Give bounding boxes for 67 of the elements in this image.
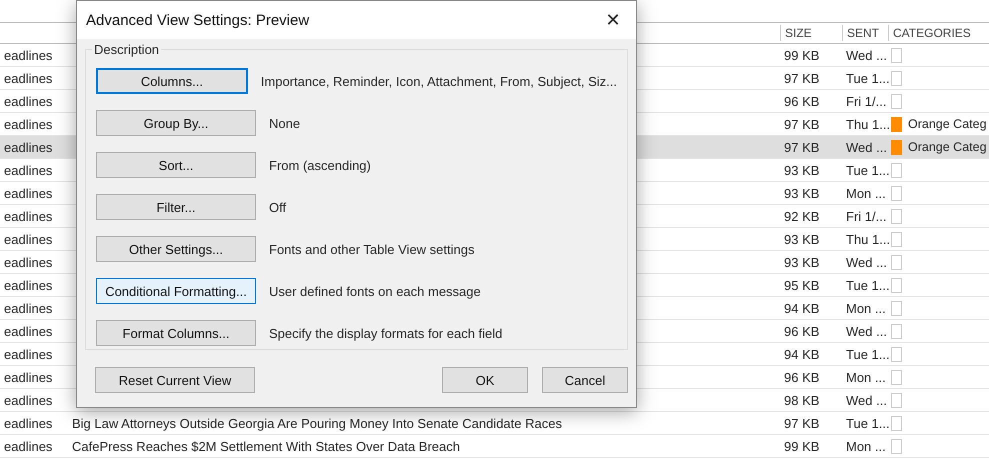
from-cell-text: eadlines — [3, 208, 54, 224]
from-cell-text: eadlines — [3, 278, 54, 292]
from-cell-text: eadlines — [3, 116, 54, 132]
size-cell-text: 92 KB — [783, 208, 820, 224]
from-cell-text: eadlines — [3, 392, 54, 408]
from-cell-text: eadlines — [3, 186, 54, 200]
setting-description: User defined fonts on each message — [269, 284, 481, 298]
setting-description: Specify the display formats for each field — [269, 326, 502, 340]
sent-cell-text: Tue 1... — [845, 346, 888, 362]
from-cell-text: eadlines — [3, 94, 54, 108]
category-label: Orange Categ — [908, 117, 987, 131]
from-cell-text: eadlines — [3, 162, 54, 178]
size-cell-text: 93 KB — [783, 186, 820, 200]
from-cell-text: eadlines — [3, 70, 54, 86]
size-cell-text: 94 KB — [783, 300, 820, 316]
setting-description: Fonts and other Table View settings — [269, 242, 474, 256]
from-cell-text: eadlines — [3, 232, 54, 246]
size-cell-text: 99 KB — [783, 438, 820, 454]
sent-cell-text: Wed ... — [845, 392, 888, 408]
size-cell-text: 96 KB — [783, 370, 820, 384]
sent-cell-text: Mon ... — [845, 186, 887, 200]
from-cell-text: eadlines — [3, 416, 54, 430]
size-cell-text: 93 KB — [783, 232, 820, 246]
sent-cell-text: Fri 1/... — [845, 208, 888, 224]
from-cell-text: eadlines — [3, 48, 54, 62]
group-label: Description — [92, 42, 162, 57]
subject-cell-text: Big Law Attorneys Outside Georgia Are Pouring Money Into Senate Candidate Races — [71, 416, 563, 430]
setting-description: From (ascending) — [269, 158, 371, 172]
window-title: Advanced View Settings: Preview — [86, 12, 310, 28]
from-cell-text: eadlines — [3, 370, 54, 384]
setting-description: None — [269, 116, 300, 130]
sent-cell-text: Mon ... — [845, 370, 887, 384]
from-cell-text: eadlines — [3, 346, 54, 362]
from-cell-text: eadlines — [3, 324, 54, 338]
size-cell-text: 97 KB — [783, 416, 820, 430]
size-cell-text: 97 KB — [783, 70, 820, 86]
size-cell-text: 97 KB — [783, 116, 820, 132]
sent-cell-text: Tue 1... — [845, 416, 888, 430]
size-cell-text: 96 KB — [783, 94, 820, 108]
sent-cell-text: Thu 1... — [845, 116, 888, 132]
sent-cell-text: Wed ... — [845, 140, 888, 154]
sent-cell-text: Wed ... — [845, 254, 888, 270]
sent-cell-text: Wed ... — [845, 48, 888, 62]
size-cell-text: 97 KB — [783, 140, 820, 154]
sent-cell-text: Wed ... — [845, 324, 888, 338]
sent-cell-text: Tue 1... — [845, 278, 888, 292]
size-cell-text: 96 KB — [783, 324, 820, 338]
sent-cell-text: Tue 1... — [845, 70, 888, 86]
sent-cell-text: Mon ... — [845, 438, 887, 454]
sent-cell-text: Mon ... — [845, 300, 887, 316]
size-cell-text: 93 KB — [783, 254, 820, 270]
from-cell-text: eadlines — [3, 140, 54, 154]
size-cell-text: 95 KB — [783, 278, 820, 292]
size-cell-text: 93 KB — [783, 162, 820, 178]
size-cell-text: 94 KB — [783, 346, 820, 362]
from-cell-text: eadlines — [3, 254, 54, 270]
size-cell-text: 99 KB — [783, 48, 820, 62]
from-cell-text: eadlines — [3, 300, 54, 316]
sent-cell-text: Fri 1/... — [845, 94, 888, 108]
setting-description: Off — [269, 200, 286, 214]
sent-cell-text: Tue 1... — [845, 162, 888, 178]
from-cell-text: eadlines — [3, 438, 54, 454]
category-label: Orange Categ — [908, 140, 987, 154]
size-cell-text: 98 KB — [783, 392, 820, 408]
subject-cell-text: CafePress Reaches $2M Settlement With States Over Data Breach — [71, 438, 462, 454]
sent-cell-text: Thu 1... — [845, 232, 888, 246]
setting-description: Importance, Reminder, Icon, Attachment, From, Subject, Siz... — [260, 74, 617, 88]
